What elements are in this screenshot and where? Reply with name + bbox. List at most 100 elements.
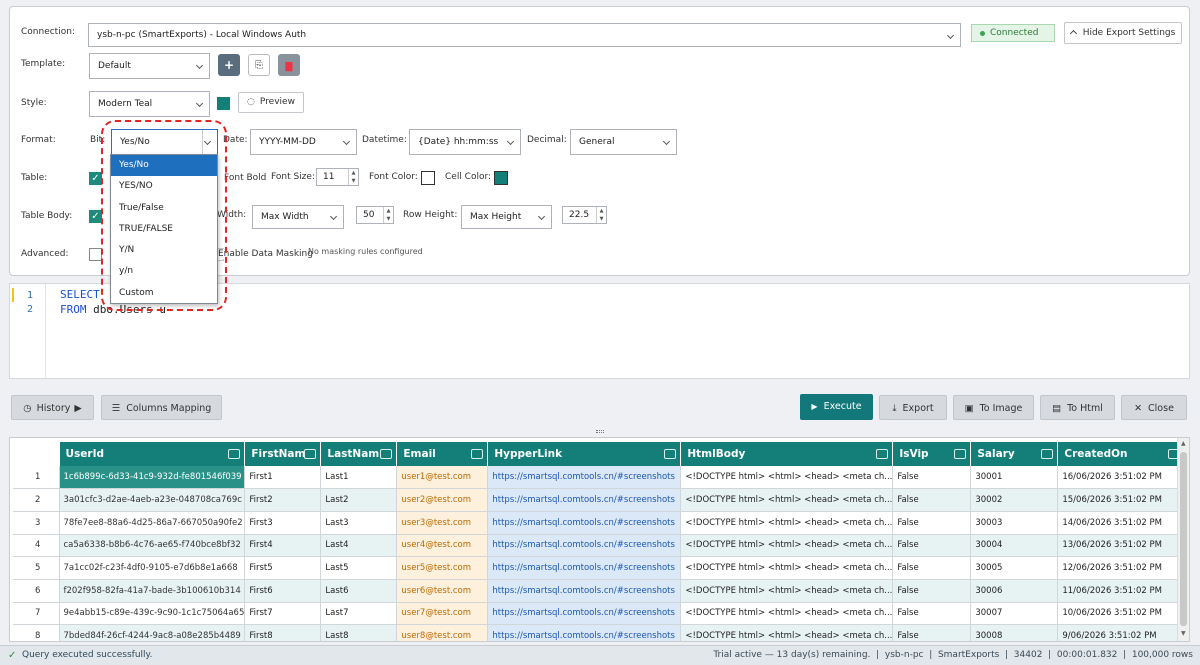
dropdown-option[interactable]: True/False xyxy=(111,198,217,219)
connection-select[interactable]: ysb-n-pc (SmartExports) - Local Windows … xyxy=(88,23,961,47)
cell-htmlbody[interactable]: <!DOCTYPE html> <html> <head> <meta ch..… xyxy=(680,511,894,535)
row-number[interactable]: 3 xyxy=(13,511,60,535)
column-width-mode-select[interactable]: Max Width xyxy=(252,205,344,229)
cell-hyperlink[interactable]: https://smartsql.comtools.cn/#screenshot… xyxy=(487,511,682,535)
font-color-swatch[interactable] xyxy=(421,171,435,185)
cell-email[interactable]: user5@test.com xyxy=(396,556,489,580)
dropdown-option[interactable]: TRUE/FALSE xyxy=(111,219,217,240)
style-color-swatch[interactable] xyxy=(217,97,230,110)
cell-salary[interactable]: 30003 xyxy=(970,511,1059,535)
cell-createdon[interactable]: 12/06/2026 3:51:02 PM xyxy=(1057,556,1186,580)
delete-template-button[interactable]: ▇ xyxy=(278,54,300,76)
template-select[interactable]: Default xyxy=(89,53,210,79)
export-button[interactable]: ⤓ Export xyxy=(879,395,947,420)
cell-firstname[interactable]: First2 xyxy=(244,488,322,512)
cell-createdon[interactable]: 11/06/2026 3:51:02 PM xyxy=(1057,579,1186,603)
cell-userid[interactable]: 78fe7ee8-88a6-4d25-86a7-667050a90fe2 xyxy=(59,511,246,535)
filter-icon[interactable] xyxy=(380,449,393,459)
cell-hyperlink[interactable]: https://smartsql.comtools.cn/#screenshot… xyxy=(487,534,682,558)
cell-salary[interactable]: 30006 xyxy=(970,579,1059,603)
cell-hyperlink[interactable]: https://smartsql.comtools.cn/#screenshot… xyxy=(487,488,682,512)
row-number[interactable]: 6 xyxy=(13,579,60,603)
cell-lastname[interactable]: Last4 xyxy=(320,534,398,558)
cell-email[interactable]: user8@test.com xyxy=(396,624,489,641)
column-header[interactable]: FirstNam xyxy=(244,442,322,466)
cell-isvip[interactable]: False xyxy=(892,556,972,580)
cell-createdon[interactable]: 14/06/2026 3:51:02 PM xyxy=(1057,511,1186,535)
cell-firstname[interactable]: First6 xyxy=(244,579,322,603)
cell-hyperlink[interactable]: https://smartsql.comtools.cn/#screenshot… xyxy=(487,624,682,641)
cell-hyperlink[interactable]: https://smartsql.comtools.cn/#screenshot… xyxy=(487,556,682,580)
cell-email[interactable]: user2@test.com xyxy=(396,488,489,512)
filter-icon[interactable] xyxy=(471,449,484,459)
cell-userid[interactable]: 3a01cfc3-d2ae-4aeb-a23e-048708ca769c xyxy=(59,488,246,512)
column-header[interactable]: Email xyxy=(396,442,489,466)
cell-isvip[interactable]: False xyxy=(892,466,972,490)
hide-export-settings-button[interactable]: Hide Export Settings xyxy=(1064,22,1182,44)
cell-htmlbody[interactable]: <!DOCTYPE html> <html> <head> <meta ch..… xyxy=(680,579,894,603)
cell-userid[interactable]: 7a1cc02f-c23f-4df0-9105-e7d6b8e1a668 xyxy=(59,556,246,580)
cell-createdon[interactable]: 10/06/2026 3:51:02 PM xyxy=(1057,602,1186,626)
cell-isvip[interactable]: False xyxy=(892,579,972,603)
cell-userid[interactable]: 1c6b899c-6d33-41c9-932d-fe801546f039 xyxy=(59,466,246,490)
cell-salary[interactable]: 30008 xyxy=(970,624,1059,641)
column-header[interactable]: IsVip xyxy=(892,442,972,466)
cell-lastname[interactable]: Last1 xyxy=(320,466,398,490)
font-size-stepper[interactable]: 11 ▲ ▼ xyxy=(316,168,359,186)
cell-htmlbody[interactable]: <!DOCTYPE html> <html> <head> <meta ch..… xyxy=(680,624,894,641)
dropdown-option[interactable]: Yes/No xyxy=(111,155,217,177)
scrollbar-thumb[interactable] xyxy=(1180,452,1187,626)
cell-salary[interactable]: 30004 xyxy=(970,534,1059,558)
save-template-button[interactable]: ⎘ xyxy=(248,54,270,76)
history-button[interactable]: ◷ History ▶ xyxy=(11,395,94,420)
cell-lastname[interactable]: Last7 xyxy=(320,602,398,626)
cell-htmlbody[interactable]: <!DOCTYPE html> <html> <head> <meta ch..… xyxy=(680,534,894,558)
table-row[interactable]: 8 7bded84f-26cf-4244-9ac8-a08e285b4489 Fir… xyxy=(13,624,1186,641)
dropdown-option[interactable]: y/n xyxy=(111,261,217,282)
filter-icon[interactable] xyxy=(876,449,889,459)
cell-firstname[interactable]: First5 xyxy=(244,556,322,580)
dropdown-option[interactable]: Custom xyxy=(111,283,217,304)
table-row[interactable]: 6 f202f958-82fa-41a7-bade-3b100610b314 Fir… xyxy=(13,579,1186,603)
cell-createdon[interactable]: 16/06/2026 3:51:02 PM xyxy=(1057,466,1186,490)
table-row[interactable]: 3 78fe7ee8-88a6-4d25-86a7-667050a90fe2 Fir… xyxy=(13,511,1186,535)
cell-isvip[interactable]: False xyxy=(892,624,972,641)
cell-htmlbody[interactable]: <!DOCTYPE html> <html> <head> <meta ch..… xyxy=(680,488,894,512)
column-width-stepper[interactable]: 50 ▲ ▼ xyxy=(356,206,394,224)
cell-firstname[interactable]: First7 xyxy=(244,602,322,626)
column-header[interactable]: CreatedOn xyxy=(1057,442,1186,466)
cell-userid[interactable]: 9e4abb15-c89e-439c-9c90-1c1c75064a65 xyxy=(59,602,246,626)
column-header[interactable]: HtmlBody xyxy=(680,442,894,466)
cell-userid[interactable]: f202f958-82fa-41a7-bade-3b100610b314 xyxy=(59,579,246,603)
cell-firstname[interactable]: First4 xyxy=(244,534,322,558)
cell-hyperlink[interactable]: https://smartsql.comtools.cn/#screenshot… xyxy=(487,466,682,490)
cell-firstname[interactable]: First8 xyxy=(244,624,322,641)
row-number[interactable]: 8 xyxy=(13,624,60,641)
date-format-select[interactable]: YYYY-MM-DD xyxy=(250,129,357,155)
cell-lastname[interactable]: Last6 xyxy=(320,579,398,603)
cell-lastname[interactable]: Last5 xyxy=(320,556,398,580)
filter-icon[interactable] xyxy=(954,449,967,459)
cell-isvip[interactable]: False xyxy=(892,534,972,558)
style-select[interactable]: Modern Teal xyxy=(89,91,210,117)
cell-color-swatch[interactable] xyxy=(494,171,508,185)
to-html-button[interactable]: ▤ To Html xyxy=(1040,395,1115,420)
row-number[interactable]: 2 xyxy=(13,488,60,512)
cell-isvip[interactable]: False xyxy=(892,488,972,512)
cell-email[interactable]: user7@test.com xyxy=(396,602,489,626)
cell-isvip[interactable]: False xyxy=(892,511,972,535)
vertical-scrollbar[interactable]: ▲ ▼ xyxy=(1177,438,1189,641)
add-template-button[interactable]: + xyxy=(218,54,240,76)
columns-mapping-button[interactable]: ☰ Columns Mapping xyxy=(101,395,222,420)
row-number[interactable]: 7 xyxy=(13,602,60,626)
table-row[interactable]: 4 ca5a6338-b8b6-4c76-ae65-f740bce8bf32 Fir… xyxy=(13,534,1186,558)
row-number[interactable]: 1 xyxy=(13,466,60,490)
results-grid[interactable]: UserId FirstNam LastNam Email HypperLink… xyxy=(9,437,1190,642)
cell-lastname[interactable]: Last3 xyxy=(320,511,398,535)
cell-hyperlink[interactable]: https://smartsql.comtools.cn/#screenshot… xyxy=(487,579,682,603)
table-row[interactable]: 1 1c6b899c-6d33-41c9-932d-fe801546f039 Fir… xyxy=(13,466,1186,490)
cell-createdon[interactable]: 13/06/2026 3:51:02 PM xyxy=(1057,534,1186,558)
cell-salary[interactable]: 30007 xyxy=(970,602,1059,626)
preview-button[interactable]: ◌ Preview xyxy=(238,92,304,113)
column-header[interactable]: Salary xyxy=(970,442,1059,466)
